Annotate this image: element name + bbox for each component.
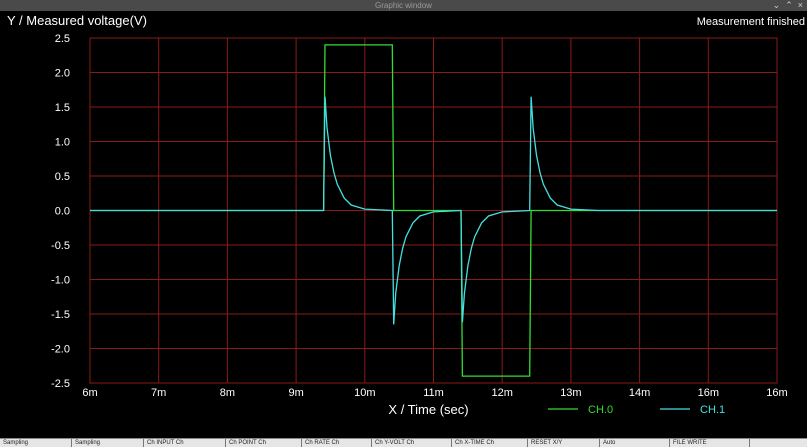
x-tick-label: 12m [491, 387, 512, 399]
y-tick-label: -2.5 [51, 378, 70, 390]
y-tick-label: 0.5 [55, 171, 70, 183]
y-tick-label: -2.0 [51, 344, 70, 356]
y-tick-label: 1.5 [55, 102, 70, 114]
y-tick-label: 0.0 [55, 206, 70, 218]
legend-label: CH.1 [700, 404, 725, 416]
x-tick-label: 16m [766, 387, 787, 399]
x-tick-label: 13m [560, 387, 581, 399]
x-tick-label: 10m [354, 387, 375, 399]
x-tick-label: 7m [151, 387, 166, 399]
x-tick-label: 11m [423, 387, 444, 399]
x-tick-label: 14m [629, 387, 650, 399]
x-tick-label: 9m [288, 387, 303, 399]
legend-label: CH.0 [588, 404, 613, 416]
x-axis-label: X / Time (sec) [388, 402, 468, 417]
x-tick-label: 16m [698, 387, 719, 399]
y-tick-label: -1.0 [51, 275, 70, 287]
y-tick-label: -0.5 [51, 240, 70, 252]
y-tick-label: 2.5 [55, 33, 70, 45]
x-tick-label: 6m [82, 387, 97, 399]
voltage-chart: 6m 7m 8m 9m 10m 11m 12m 13m 14m 16m 16m 2.5 2.0 1.5 1.… [51, 33, 788, 417]
x-tick-label: 8m [220, 387, 235, 399]
y-tick-label: -1.5 [51, 309, 70, 321]
y-tick-label: 2.0 [55, 68, 70, 80]
y-tick-label: 1.0 [55, 137, 70, 149]
